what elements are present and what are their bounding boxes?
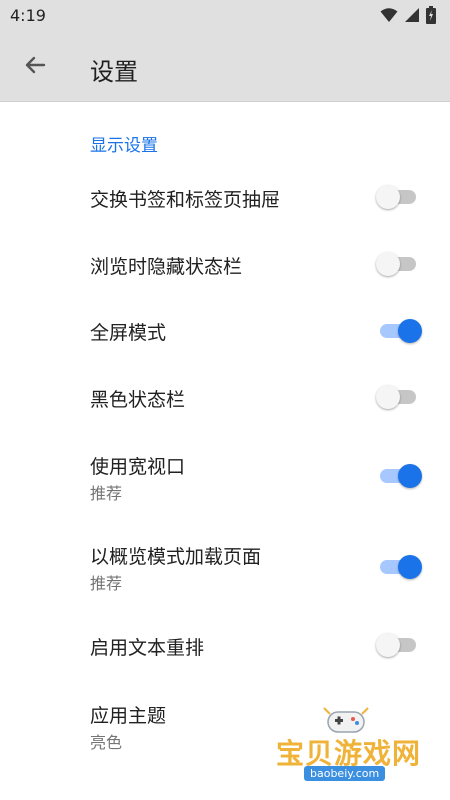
setting-sublabel: 亮色 bbox=[90, 733, 123, 752]
setting-use-wide-viewport[interactable]: 使用宽视口 推荐 bbox=[0, 442, 450, 504]
setting-label: 启用文本重排 bbox=[90, 637, 205, 659]
toggle-switch[interactable] bbox=[376, 249, 426, 279]
page-title: 设置 bbox=[90, 58, 138, 86]
signal-icon bbox=[405, 8, 419, 22]
toggle-switch[interactable] bbox=[376, 382, 426, 412]
setting-sublabel: 推荐 bbox=[90, 574, 123, 593]
toggle-switch[interactable] bbox=[376, 316, 426, 346]
back-arrow-icon[interactable] bbox=[20, 50, 50, 80]
status-icons bbox=[380, 6, 436, 24]
setting-sublabel: 推荐 bbox=[90, 484, 123, 503]
switch-thumb bbox=[398, 464, 422, 488]
status-bar: 4:19 bbox=[0, 0, 450, 32]
toggle-switch[interactable] bbox=[376, 552, 426, 582]
toggle-switch[interactable] bbox=[376, 630, 426, 660]
switch-thumb bbox=[398, 319, 422, 343]
watermark-url: baobeiy.com bbox=[304, 766, 386, 781]
switch-thumb bbox=[376, 185, 400, 209]
switch-thumb bbox=[376, 633, 400, 657]
setting-hide-status-bar-browsing[interactable]: 浏览时隐藏状态栏 bbox=[0, 242, 450, 287]
watermark-logo: 宝贝游戏网 baobeiy.com bbox=[268, 700, 438, 796]
setting-black-status-bar[interactable]: 黑色状态栏 bbox=[0, 375, 450, 420]
setting-label: 交换书签和标签页抽屉 bbox=[90, 189, 281, 211]
battery-icon bbox=[426, 6, 436, 24]
setting-label: 浏览时隐藏状态栏 bbox=[90, 256, 243, 278]
wifi-icon bbox=[380, 8, 398, 22]
switch-thumb bbox=[376, 252, 400, 276]
status-time: 4:19 bbox=[10, 6, 46, 25]
setting-label: 应用主题 bbox=[90, 705, 167, 727]
switch-thumb bbox=[376, 385, 400, 409]
setting-swap-bookmarks-tabs-drawer[interactable]: 交换书签和标签页抽屉 bbox=[0, 175, 450, 220]
setting-enable-text-reflow[interactable]: 启用文本重排 bbox=[0, 623, 450, 668]
setting-label: 黑色状态栏 bbox=[90, 389, 186, 411]
setting-label: 全屏模式 bbox=[90, 322, 167, 344]
gamepad-icon bbox=[323, 707, 369, 733]
setting-fullscreen-mode[interactable]: 全屏模式 bbox=[0, 308, 450, 353]
setting-label: 以概览模式加载页面 bbox=[90, 546, 262, 568]
toggle-switch[interactable] bbox=[376, 182, 426, 212]
switch-thumb bbox=[398, 555, 422, 579]
section-header-display-settings: 显示设置 bbox=[90, 136, 158, 156]
toggle-switch[interactable] bbox=[376, 461, 426, 491]
app-bar: 设置 bbox=[0, 32, 450, 102]
setting-label: 使用宽视口 bbox=[90, 456, 186, 478]
setting-load-overview-mode[interactable]: 以概览模式加载页面 推荐 bbox=[0, 532, 450, 594]
